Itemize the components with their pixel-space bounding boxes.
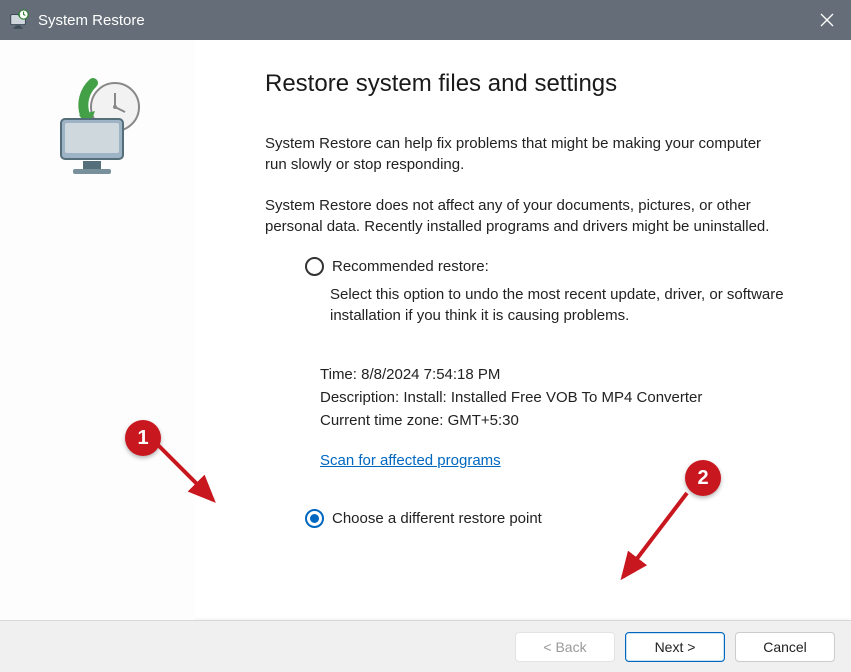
detail-tz-value: GMT+5:30	[448, 412, 519, 429]
detail-timezone: Current time zone: GMT+5:30	[320, 412, 801, 429]
radio-checked-icon	[305, 509, 324, 528]
detail-tz-label: Current time zone:	[320, 412, 448, 429]
intro-paragraph-1: System Restore can help fix problems tha…	[265, 133, 785, 175]
detail-time: Time: 8/8/2024 7:54:18 PM	[320, 366, 801, 383]
annotation-arrow-2	[595, 485, 705, 595]
restore-hero-icon	[43, 75, 153, 620]
choose-different-radio[interactable]: Choose a different restore point	[265, 509, 801, 528]
intro-paragraph-2: System Restore does not affect any of yo…	[265, 195, 785, 237]
wizard-body: Restore system files and settings System…	[0, 40, 851, 620]
system-restore-icon	[8, 9, 30, 31]
close-button[interactable]	[803, 0, 851, 40]
detail-time-value: 8/8/2024 7:54:18 PM	[361, 366, 500, 383]
title-bar: System Restore	[0, 0, 851, 40]
detail-description: Description: Install: Installed Free VOB…	[320, 389, 801, 406]
window-title: System Restore	[38, 12, 145, 29]
recommended-restore-description: Select this option to undo the most rece…	[265, 284, 785, 326]
detail-time-label: Time:	[320, 366, 361, 383]
detail-desc-label: Description:	[320, 389, 403, 406]
recommended-restore-label: Recommended restore:	[332, 257, 489, 276]
next-button[interactable]: Next >	[625, 632, 725, 662]
choose-different-label: Choose a different restore point	[332, 510, 542, 527]
radio-unchecked-icon	[305, 257, 324, 276]
page-heading: Restore system files and settings	[265, 70, 801, 98]
wizard-main: Restore system files and settings System…	[195, 40, 851, 620]
annotation-arrow-1	[151, 438, 231, 518]
scan-affected-programs-link[interactable]: Scan for affected programs	[320, 452, 501, 469]
wizard-sidebar	[0, 40, 195, 620]
restore-point-details: Time: 8/8/2024 7:54:18 PM Description: I…	[265, 366, 801, 489]
restore-options: Recommended restore:	[265, 257, 801, 276]
back-button: < Back	[515, 632, 615, 662]
recommended-restore-radio[interactable]: Recommended restore:	[305, 257, 801, 276]
wizard-footer: < Back Next > Cancel	[0, 620, 851, 672]
detail-desc-value: Install: Installed Free VOB To MP4 Conve…	[403, 389, 702, 406]
cancel-button[interactable]: Cancel	[735, 632, 835, 662]
